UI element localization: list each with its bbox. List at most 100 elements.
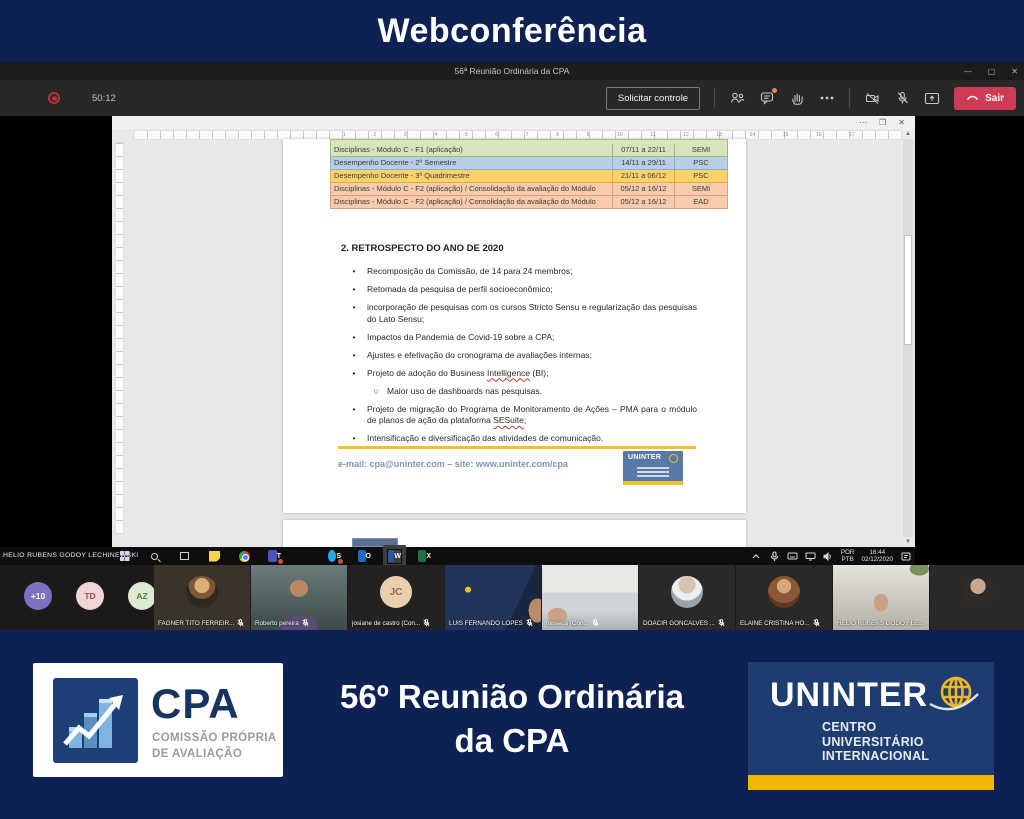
participant-tile[interactable]: ELAINE CRISTINA HO... [736,565,832,630]
doc-restore-icon[interactable]: ❐ [879,118,886,127]
cpa-subtitle-1: COMISSÃO PRÓPRIA [152,732,277,744]
participant-tile[interactable]: fonseca (Con... [542,565,638,630]
bullet-item: • Impactos da Pandemia de Covid-19 sobre… [341,332,697,344]
bullet-text: Ajustes e efetivação do cronograma de av… [367,350,697,362]
bullet-text: Recomposição da Comissão, de 14 para 24 … [367,266,697,278]
participant-tile[interactable]: DOACIR GONCALVES ... [639,565,735,630]
participant-name: fonseca (Con... [546,620,589,627]
table-row: Disciplinas - Módulo C - F1 (aplicação) … [330,144,728,157]
scroll-down-icon[interactable]: ▼ [903,537,913,547]
participant-avatar [186,576,218,608]
tray-keyboard-icon[interactable] [787,551,798,562]
participant-avatar [671,576,703,608]
table-row: Desempenho Docente - 2º Semestre 14/11 a… [330,157,728,170]
raise-hand-icon[interactable] [789,90,805,106]
search-icon[interactable] [148,550,161,563]
system-tray: PORPTB 16:44 02/12/2020 [751,547,911,565]
participant-tile[interactable]: HELIO RUBENS GODOY LE... [833,565,929,630]
clock[interactable]: 16:44 02/12/2020 [861,549,893,563]
taskbar-peek-preview [352,538,398,547]
scrollbar-thumb[interactable] [904,235,912,345]
tray-chevron-up-icon[interactable] [751,551,762,562]
document-page: Disciplinas - Módulo C - F1 (aplicação) … [283,139,746,513]
participant-tile[interactable]: LUIS FERNANDO LOPES [445,565,541,630]
request-control-button[interactable]: Solicitar controle [606,87,700,110]
participant-avatar [962,576,994,608]
uninter-wordmark: UNINTER [770,676,928,715]
file-explorer-icon[interactable] [298,550,311,563]
excel-icon[interactable]: X [418,550,431,563]
notification-badge [278,559,283,564]
word-document-window: ⋯ ❐ ✕ 1234567891011121314151617 Discipli… [112,116,915,547]
cpa-acronym: CPA [151,680,240,728]
bullet-marker: • [341,266,367,278]
participant-name: josiane de castro (Con... [352,620,420,627]
camera-off-icon[interactable] [864,90,880,106]
chrome-icon[interactable] [238,550,251,563]
muted-mic-icon [423,619,430,627]
participant-overflow-badge[interactable]: +10 [24,582,52,610]
bullet-text: Intensificação e diversificação das ativ… [367,433,697,445]
chat-icon[interactable] [759,90,775,106]
scroll-up-icon[interactable]: ▲ [903,129,913,139]
participant-avatar [283,576,315,608]
screenshot-root: Webconferência 56ª Reunião Ordinária da … [0,0,1024,819]
tray-display-icon[interactable] [805,551,816,562]
participant-tile[interactable] [930,565,1024,630]
participant-tile[interactable]: JC josiane de castro (Con... [348,565,444,630]
tray-mic-icon[interactable] [769,551,780,562]
doc-close-icon[interactable]: ✕ [898,118,905,127]
participant-overflow-badge[interactable]: AZ [128,582,156,610]
ruler-number: 17 [849,131,855,140]
window-titlebar: 56ª Reunião Ordinária da CPA — ▢ ✕ [0,62,1024,80]
task-view-icon[interactable] [178,550,191,563]
maximize-button[interactable]: ▢ [988,67,996,76]
skype-icon[interactable]: S [328,550,341,563]
start-icon[interactable] [118,550,131,563]
minimize-button[interactable]: — [964,67,972,76]
muted-mic-icon [302,619,309,627]
muted-mic-icon [526,619,533,627]
bullet-item: • Projeto de adoção do Business Intellig… [341,368,697,380]
table-cell-dates: 05/12 a 16/12 [612,196,675,208]
participant-avatar [865,576,897,608]
table-row: Disciplinas - Módulo C - F2 (aplicação) … [330,196,728,209]
uninter-logo: UNINTER CENTRO UNIVERSITÁRIO INTERNACION… [748,662,994,790]
meeting-toolbar: 50:12 Solicitar controle [0,80,1024,116]
language-indicator[interactable]: PORPTB [841,549,855,563]
bullet-marker: ○ [365,386,387,398]
ruler-number: 15 [783,131,789,140]
doc-more-icon[interactable]: ⋯ [859,118,867,127]
participant-overflow-badge[interactable]: TD [76,582,104,610]
share-screen-icon[interactable] [924,90,940,106]
divider [849,88,850,108]
participant-name: Roberto pereira [255,620,299,627]
recording-timer: 50:12 [92,93,116,104]
participant-name: DOACIR GONCALVES ... [643,620,715,627]
table-cell-activity: Desempenho Docente - 2º Semestre [331,157,612,169]
table-cell-dates: 14/11 a 29/11 [612,157,675,169]
window-title: 56ª Reunião Ordinária da CPA [0,66,1024,76]
notification-center-icon[interactable] [900,551,911,562]
table-cell-modality: PSC [675,157,727,169]
more-options-icon[interactable] [819,90,835,106]
table-row: Disciplinas - Módulo C - F2 (aplicação) … [330,183,728,196]
participant-tile[interactable]: FAGNER TITO FERREIR... [154,565,250,630]
ruler-number: 16 [816,131,822,140]
word-icon[interactable]: W [388,550,401,563]
participant-avatar: JC [380,576,412,608]
close-button[interactable]: ✕ [1011,67,1018,76]
participant-tile[interactable]: Roberto pereira [251,565,347,630]
cpa-stairs-icon [53,678,138,763]
participant-name: HELIO RUBENS GODOY LE... [837,620,924,627]
outlook-icon[interactable]: O [358,550,371,563]
sticky-notes-icon[interactable] [208,550,221,563]
leave-button[interactable]: Sair [954,87,1016,110]
tray-volume-icon[interactable] [823,551,834,562]
teams-icon[interactable]: T [268,550,281,563]
divider [714,88,715,108]
ruler-number: 14 [750,131,756,140]
mic-off-icon[interactable] [894,90,910,106]
scrollbar[interactable]: ▲ ▼ [903,129,913,547]
participants-icon[interactable] [729,90,745,106]
